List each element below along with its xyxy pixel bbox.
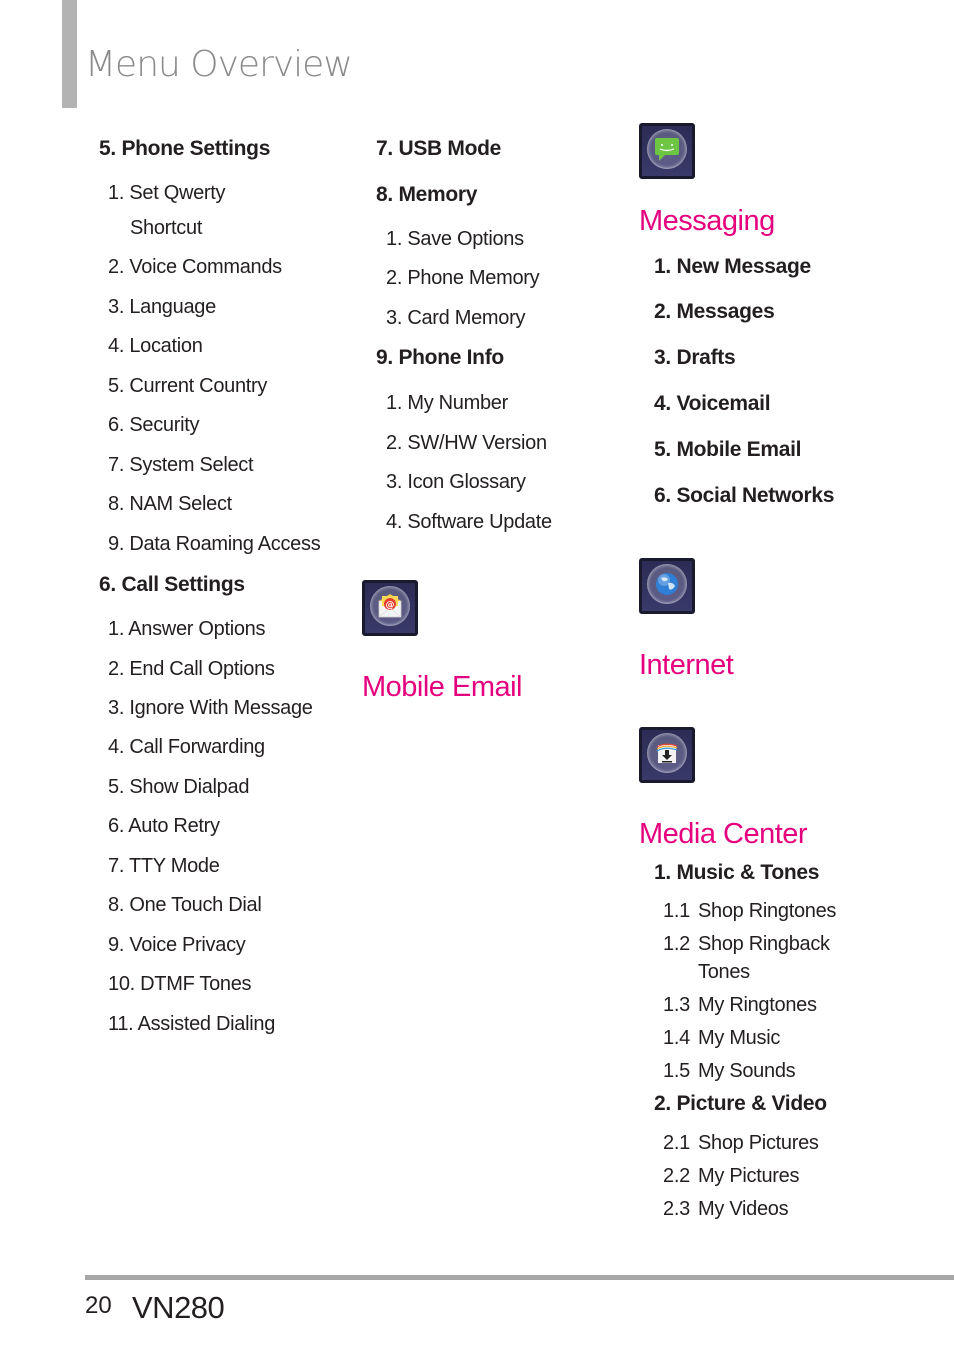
globe-icon (639, 558, 695, 614)
chat-bubble-icon (639, 123, 695, 179)
section-heading: 2. Picture & Video (654, 1092, 827, 1115)
menu-item-label: My Videos (698, 1198, 789, 1220)
menu-item: 2. Voice Commands (108, 256, 282, 278)
model-name: VN280 (132, 1290, 225, 1325)
menu-item-number: 1.2 (663, 933, 690, 955)
section-heading: 8. Memory (376, 183, 478, 206)
menu-item: 5. Show Dialpad (108, 776, 250, 798)
section-heading: 5. Phone Settings (99, 137, 271, 160)
menu-item: 4. Location (108, 335, 203, 357)
menu-item: 3. Language (108, 296, 216, 318)
section-title: Internet (639, 649, 734, 681)
section-heading: 6. Call Settings (99, 573, 245, 596)
menu-item: 6. Social Networks (654, 484, 835, 507)
menu-item: 3. Drafts (654, 346, 736, 369)
menu-item-label: Shop Ringback (698, 933, 830, 955)
menu-item: 1. Set Qwerty (108, 182, 226, 204)
menu-item-label: My Pictures (698, 1165, 800, 1187)
email-envelope-icon: @ (362, 580, 418, 636)
menu-item: 4. Software Update (386, 511, 552, 533)
menu-item: 2. SW/HW Version (386, 432, 547, 454)
menu-item: 3. Card Memory (386, 307, 526, 329)
page-number: 20 (85, 1292, 112, 1319)
menu-item: 5. Current Country (108, 375, 268, 397)
menu-item-number: 1.4 (663, 1027, 690, 1049)
menu-item: 7. TTY Mode (108, 855, 220, 877)
menu-item: 2. End Call Options (108, 658, 275, 680)
menu-item: 4. Call Forwarding (108, 736, 265, 758)
menu-item-number: 2.1 (663, 1132, 690, 1154)
menu-item-label: Shop Ringtones (698, 900, 837, 922)
menu-item: 8. One Touch Dial (108, 894, 262, 916)
menu-item: 1. Answer Options (108, 618, 266, 640)
menu-item: 4. Voicemail (654, 392, 771, 415)
usb-mode-heading: 7. USB Mode (376, 137, 502, 160)
menu-item: 3. Icon Glossary (386, 471, 526, 493)
menu-item-number: 2.3 (663, 1198, 690, 1220)
menu-item: 2. Messages (654, 300, 775, 323)
svg-text:@: @ (386, 601, 395, 611)
menu-item: 9. Data Roaming Access (108, 533, 321, 555)
menu-item-number: 1.3 (663, 994, 690, 1016)
section-title: Mobile Email (362, 671, 523, 703)
footer-rule (85, 1275, 954, 1280)
menu-item: 3. Ignore With Message (108, 697, 313, 719)
menu-item: 1. New Message (654, 255, 811, 278)
menu-item-label: Shop Pictures (698, 1132, 819, 1154)
menu-item-number: 2.2 (663, 1165, 690, 1187)
side-accent-bar (62, 0, 77, 108)
menu-item: 1. Save Options (386, 228, 524, 250)
menu-item: 6. Security (108, 414, 200, 436)
menu-item: 8. NAM Select (108, 493, 232, 515)
menu-item: 6. Auto Retry (108, 815, 220, 837)
menu-item-label: My Music (698, 1027, 781, 1049)
page-title: Menu Overview (85, 44, 353, 85)
menu-item: 2. Phone Memory (386, 267, 540, 289)
menu-item: 11. Assisted Dialing (108, 1013, 276, 1035)
menu-item: 9. Voice Privacy (108, 934, 246, 956)
section-heading: 9. Phone Info (376, 346, 504, 369)
menu-item: 10. DTMF Tones (108, 973, 252, 995)
section-heading: 1. Music & Tones (654, 861, 820, 884)
menu-item: 1. My Number (386, 392, 508, 414)
menu-item-label: My Sounds (698, 1060, 796, 1082)
menu-item-continued: Tones (698, 961, 750, 983)
menu-item: 7. System Select (108, 454, 254, 476)
menu-item-label: My Ringtones (698, 994, 817, 1016)
menu-item-number: 1.1 (663, 900, 690, 922)
menu-item-continued: Shortcut (130, 217, 203, 239)
menu-item-number: 1.5 (663, 1060, 690, 1082)
menu-item: 5. Mobile Email (654, 438, 802, 461)
section-title: Media Center (639, 818, 808, 850)
download-arrow-icon (639, 727, 695, 783)
section-title: Messaging (639, 205, 775, 237)
